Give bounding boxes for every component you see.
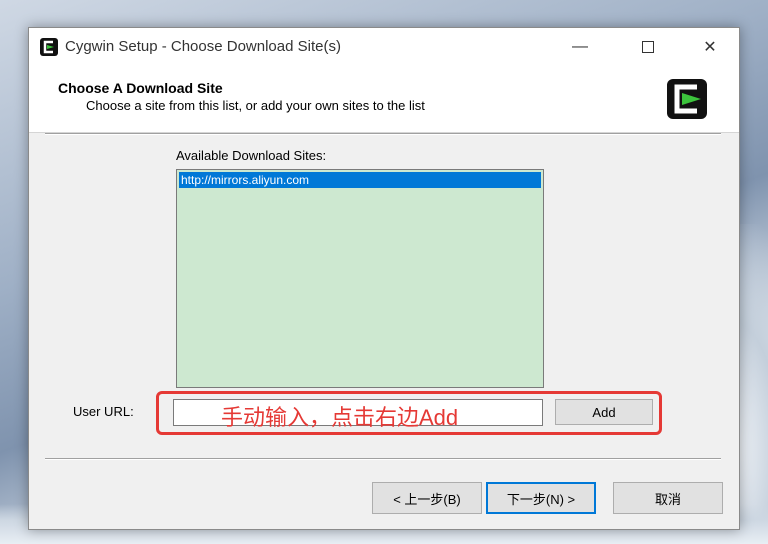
sites-label: Available Download Sites: [176, 148, 327, 163]
page-title: Choose A Download Site [58, 80, 223, 96]
close-button[interactable]: ✕ [687, 28, 733, 66]
back-button[interactable]: < 上一步(B) [372, 482, 482, 514]
page-subtitle: Choose a site from this list, or add you… [86, 98, 425, 113]
download-sites-list[interactable]: http://mirrors.aliyun.com [176, 169, 544, 388]
header-divider [45, 133, 721, 135]
cancel-button[interactable]: 取消 [613, 482, 723, 514]
next-button[interactable]: 下一步(N) > [486, 482, 596, 514]
window-title: Cygwin Setup - Choose Download Site(s) [65, 38, 341, 55]
add-button[interactable]: Add [555, 399, 653, 425]
user-url-label: User URL: [73, 404, 134, 419]
maximize-icon [642, 41, 654, 53]
user-url-input[interactable] [173, 399, 543, 426]
minimize-icon: — [572, 38, 588, 55]
title-bar[interactable]: Cygwin Setup - Choose Download Site(s) —… [29, 28, 739, 66]
cygwin-large-logo-icon [667, 79, 707, 119]
setup-window: Cygwin Setup - Choose Download Site(s) —… [28, 27, 740, 530]
list-item[interactable]: http://mirrors.aliyun.com [179, 172, 541, 188]
maximize-button[interactable] [625, 28, 671, 66]
close-icon: ✕ [703, 39, 717, 56]
wizard-header: Choose A Download Site Choose a site fro… [29, 66, 739, 133]
minimize-button[interactable]: — [557, 28, 603, 66]
footer-divider [45, 458, 721, 460]
cygwin-logo-icon [40, 38, 58, 56]
